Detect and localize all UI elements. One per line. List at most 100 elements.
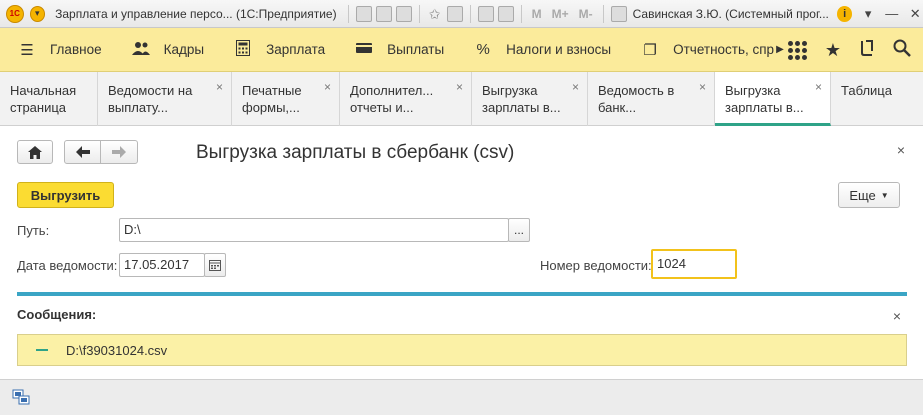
- tab-table[interactable]: Таблица: [831, 72, 923, 126]
- open-windows-tabs: Начальная страница Ведомости на выплату.…: [0, 72, 923, 126]
- window-title: Зарплата и управление персо... (1С:Предп…: [55, 6, 337, 21]
- tab-bank-statement[interactable]: Ведомость в банк... ×: [588, 72, 715, 126]
- path-input[interactable]: D:\: [119, 218, 509, 242]
- path-label: Путь:: [17, 223, 50, 238]
- section-main[interactable]: ☰ Главное: [18, 41, 102, 59]
- number-input[interactable]: 1024: [651, 249, 737, 279]
- tab-label-line2: отчеты и...: [350, 100, 414, 115]
- chevron-down-icon: ▼: [880, 190, 889, 200]
- memory-minus-button[interactable]: M-: [579, 7, 593, 21]
- tab-additional-reports[interactable]: Дополнител... отчеты и... ×: [340, 72, 472, 126]
- link-icon[interactable]: [446, 5, 463, 22]
- tab-label-line1: Таблица: [841, 83, 892, 98]
- browse-button[interactable]: ...: [508, 218, 530, 242]
- section-label: Отчетность, спр: [673, 42, 775, 57]
- percent-icon: %: [476, 41, 490, 58]
- close-messages-button[interactable]: ×: [893, 308, 901, 324]
- more-sections-arrow-icon[interactable]: ▶: [776, 44, 784, 55]
- calculator-icon[interactable]: [477, 5, 494, 22]
- section-label: Выплаты: [387, 42, 445, 57]
- current-user[interactable]: Савинская З.Ю. (Системный прог...: [633, 7, 829, 21]
- preview-icon[interactable]: [395, 5, 412, 22]
- tab-home[interactable]: Начальная страница: [0, 72, 98, 126]
- date-label: Дата ведомости:: [17, 258, 118, 273]
- export-form: Выгрузка зарплаты в сбербанк (csv) × Выг…: [0, 126, 923, 379]
- home-button[interactable]: [17, 140, 53, 164]
- people-icon: [131, 41, 150, 59]
- tab-payroll-statements[interactable]: Ведомости на выплату... ×: [98, 72, 232, 126]
- favorites-star-icon[interactable]: ★: [825, 40, 841, 61]
- reports-icon: ❐: [643, 41, 657, 59]
- close-tab-icon[interactable]: ×: [572, 79, 579, 96]
- toolbar-separator: [418, 4, 420, 23]
- menu-icon: ☰: [20, 41, 34, 59]
- tab-label-line2: банк...: [598, 100, 637, 115]
- minimize-button[interactable]: —: [884, 6, 900, 21]
- section-label: Главное: [50, 42, 102, 57]
- close-tab-icon[interactable]: ×: [815, 79, 822, 96]
- toolbar-separator: [520, 4, 522, 23]
- save-icon[interactable]: [355, 5, 372, 22]
- wallet-icon: [355, 41, 373, 58]
- favorite-star-icon[interactable]: ✩: [427, 6, 443, 22]
- section-label: Кадры: [163, 42, 205, 57]
- more-actions-label: Еще: [849, 187, 876, 203]
- connection-status-icon[interactable]: [12, 388, 30, 406]
- tab-label-line2: зарплаты в...: [725, 100, 804, 115]
- section-hr[interactable]: Кадры: [131, 41, 205, 59]
- message-bullet-icon: [36, 349, 48, 351]
- tab-label-line2: зарплаты в...: [482, 100, 561, 115]
- message-text: D:\f39031024.csv: [66, 342, 168, 358]
- close-window-button[interactable]: ✕: [907, 6, 923, 22]
- close-tab-icon[interactable]: ×: [216, 79, 223, 96]
- toolbar-separator: [469, 4, 471, 23]
- tab-label-line1: Выгрузка: [725, 83, 781, 98]
- memory-button[interactable]: M: [532, 7, 542, 21]
- calendar-icon[interactable]: [497, 5, 514, 22]
- message-item[interactable]: D:\f39031024.csv: [17, 334, 907, 366]
- close-form-button[interactable]: ×: [897, 142, 905, 158]
- all-functions-grid-icon[interactable]: [787, 40, 807, 60]
- tab-label-line2: формы,...: [242, 100, 300, 115]
- calendar-button[interactable]: [204, 253, 226, 277]
- dropdown-chevron-icon[interactable]: ▾: [860, 6, 876, 22]
- section-label: Налоги и взносы: [506, 42, 612, 57]
- close-tab-icon[interactable]: ×: [324, 79, 331, 96]
- tab-salary-export-1[interactable]: Выгрузка зарплаты в... ×: [472, 72, 588, 126]
- section-salary[interactable]: Зарплата: [234, 39, 326, 60]
- form-title: Выгрузка зарплаты в сбербанк (csv): [196, 142, 515, 163]
- forward-button[interactable]: [100, 140, 138, 164]
- window-layout-icon[interactable]: [610, 5, 627, 22]
- arrow-right-icon: [112, 146, 126, 158]
- section-taxes[interactable]: % Налоги и взносы: [474, 41, 612, 58]
- section-payments[interactable]: Выплаты: [355, 41, 444, 58]
- tab-salary-export-active[interactable]: Выгрузка зарплаты в... ×: [715, 72, 831, 126]
- tab-print-forms[interactable]: Печатные формы,... ×: [232, 72, 340, 126]
- tab-label-line1: Ведомость в: [598, 83, 675, 98]
- messages-title: Сообщения:: [17, 307, 97, 322]
- close-tab-icon[interactable]: ×: [456, 79, 463, 96]
- close-tab-icon[interactable]: ×: [699, 79, 706, 96]
- date-input[interactable]: 17.05.2017: [119, 253, 205, 277]
- toolbar-separator: [347, 4, 349, 23]
- main-menu-button[interactable]: ▾: [29, 5, 46, 22]
- calendar-icon: [209, 259, 221, 271]
- search-icon[interactable]: [893, 39, 911, 62]
- calculator-icon: [234, 39, 252, 60]
- 1c-logo-icon: 1С: [6, 4, 24, 23]
- tab-label-line1: Ведомости на: [108, 83, 193, 98]
- history-icon[interactable]: [859, 39, 875, 62]
- section-reports[interactable]: ❐ Отчетность, спр ▶: [641, 41, 784, 59]
- back-button[interactable]: [64, 140, 101, 164]
- tab-label-line1: Печатные: [242, 83, 302, 98]
- memory-plus-button[interactable]: M+: [552, 7, 569, 21]
- number-label: Номер ведомости:: [540, 258, 652, 273]
- more-actions-button[interactable]: Еще ▼: [838, 182, 900, 208]
- export-button[interactable]: Выгрузить: [17, 182, 114, 208]
- tab-label-line1: Выгрузка: [482, 83, 538, 98]
- info-icon[interactable]: i: [836, 5, 853, 22]
- section-label: Зарплата: [266, 42, 326, 57]
- print-icon[interactable]: [375, 5, 392, 22]
- tab-label-line2: страница: [10, 100, 67, 115]
- tab-label-line1: Начальная: [10, 83, 77, 98]
